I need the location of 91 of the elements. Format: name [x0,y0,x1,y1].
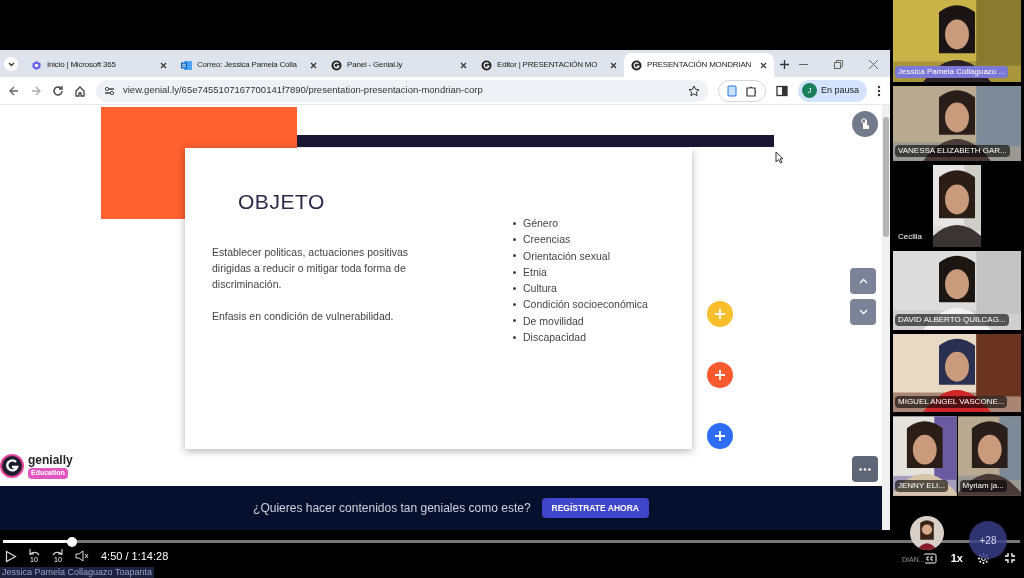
browser-tab[interactable]: Correo: Jessica Pamela Colla [174,53,324,77]
bullet-icon [513,335,516,339]
plus-hotspot[interactable] [707,423,733,449]
more-button[interactable] [852,456,878,482]
bookmark-star-icon[interactable] [688,84,700,97]
bullet-icon [513,303,516,307]
bullet-icon [513,319,516,323]
participant-name: DAVID ALBERTO QUILCAG... [895,314,1009,326]
participant-name: JENNY ELI... [895,480,948,492]
tab-icon [631,59,642,71]
tab-search-button[interactable] [4,57,18,71]
browser-tab[interactable]: Inicio | Microsoft 365 [24,53,174,77]
tab-title: PRESENTACIÓN MONDRIAN [647,59,753,71]
tab-icon [31,59,42,71]
slide-paragraph: Establecer politicas, actuaciones positivas dirigidas a reducir o mitigar toda forma de discriminación. [212,244,410,292]
plus-hotspot[interactable] [707,362,733,388]
menu-icon[interactable] [877,84,882,97]
tab-title: Editor | PRESENTACIÓN MO [497,59,599,71]
close-icon[interactable] [610,61,617,69]
bullet-icon [513,286,516,290]
participant-name: Myriam ja... [959,480,1007,492]
skip-back-icon[interactable] [27,548,41,557]
participant-name: VANESSA ELIZABETH GAR... [895,145,1010,157]
profile-chip[interactable]: J En pausa [798,79,868,102]
bullet-icon [513,221,516,225]
bullet-text: Creencias [523,232,571,247]
profile-status: En pausa [821,83,860,97]
tab-icon [181,59,192,71]
document-icon[interactable] [727,84,737,97]
play-icon[interactable] [5,549,17,563]
playback-speed[interactable]: 1x [950,550,963,567]
muted-icon[interactable] [75,550,89,563]
scrollbar[interactable] [882,105,890,530]
signup-button[interactable]: REGÍSTRATE AHORA [541,498,649,518]
more-icon [859,467,871,471]
exit-fullscreen-icon[interactable] [1004,552,1016,565]
brand-name: genially [28,454,73,466]
bullet-icon [513,270,516,274]
progress-thumb[interactable] [67,536,78,547]
close-icon[interactable] [160,61,167,69]
speaker-caption: Jessica Pamela Collaguazo Toapanta [0,567,154,578]
bullet-text: Etnia [523,264,547,280]
tab-title: Correo: Jessica Pamela Colla [197,59,298,71]
plus-icon [715,370,725,380]
site-settings-icon[interactable] [104,85,115,96]
cursor-icon [775,151,784,164]
bullet-text: Discapacidad [523,330,587,345]
url-text: view.genial.ly/65e7455107167700141f7890/presentation-presentacion-mondrian-corp [123,83,484,98]
tab-title: Panel - Genial.ly [347,59,404,71]
puzzle-icon[interactable] [745,84,757,97]
tab-icon [331,59,342,71]
gesture-button[interactable] [852,111,878,137]
tab-icon [481,59,492,71]
address-bar[interactable]: view.genial.ly/65e7455107167700141f7890/presentation-presentacion-mondrian-corp [96,79,708,102]
bullet-text: Cultura [523,281,557,296]
plus-icon [715,431,725,441]
bullet-icon [513,237,516,241]
plus-icon [715,309,725,319]
home-icon[interactable] [74,84,86,97]
bullet-text: De movilidad [523,313,584,329]
participant-name: MIGUEL ANGEL VASCONE... [895,396,1008,408]
browser-tab[interactable]: PRESENTACIÓN MONDRIAN [624,53,774,77]
chevron-up-icon [858,278,868,284]
previous-button[interactable] [850,268,876,294]
slide-paragraph: Enfasis en condición de vulnerabilidad. [212,308,395,324]
close-icon[interactable] [460,61,467,69]
reload-icon[interactable] [52,84,64,97]
browser-tab[interactable]: Panel - Genial.ly [324,53,474,77]
slide-title: OBJETO [237,189,326,215]
back-icon[interactable] [8,84,20,97]
bullet-text: Orientación sexual [523,248,610,263]
next-button[interactable] [850,299,876,325]
participant-name: Jessica Pamela Collaguazo ... [895,66,1009,78]
new-tab-icon[interactable] [780,60,789,69]
restore-icon[interactable] [834,60,843,69]
chevron-down-icon [858,309,868,315]
banner-text: ¿Quieres hacer contenidos tan geniales como este? [253,500,531,517]
side-panel-icon[interactable] [776,84,788,97]
bullet-text: Condición socioeconómica [523,297,648,312]
browser-tab[interactable]: Editor | PRESENTACIÓN MO [474,53,624,77]
bullet-icon [513,254,516,258]
playback-time: 4:50 / 1:14:28 [101,549,169,564]
close-icon[interactable] [310,61,317,69]
tab-title: Inicio | Microsoft 365 [47,59,117,71]
captions-icon[interactable] [922,552,937,564]
bullet-text: Género [523,216,559,231]
chevron-down-icon [7,61,15,67]
skip-forward-icon[interactable] [51,548,65,557]
hand-icon [859,118,871,130]
close-icon[interactable] [760,61,767,69]
profile-avatar: J [802,83,817,98]
